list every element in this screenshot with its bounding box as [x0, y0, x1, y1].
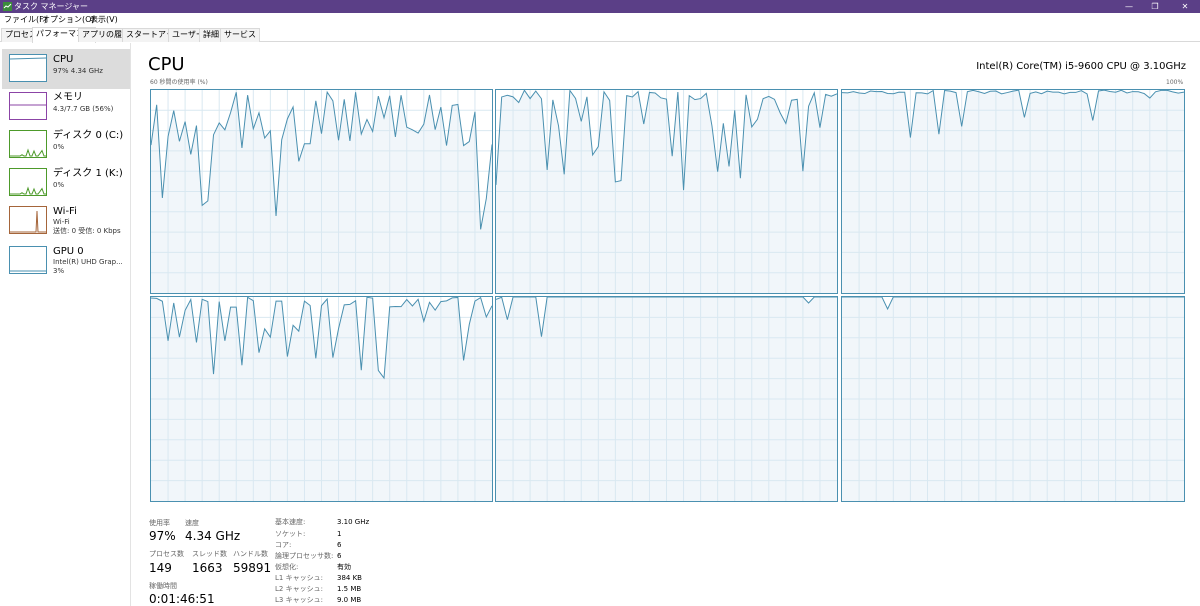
threads-label: スレッド数: [192, 550, 227, 558]
window-title: タスク マネージャー: [14, 2, 88, 11]
cpu-graph-core-3: [841, 89, 1185, 294]
sidebar-item-disk-0[interactable]: ディスク 0 (C:) 0%: [2, 125, 130, 165]
processes-label: プロセス数: [149, 550, 184, 558]
wifi-thumbnail: [9, 206, 47, 234]
sidebar-item-memory[interactable]: メモリ 4.3/7.7 GB (56%): [2, 87, 130, 127]
sockets-label: ソケット:: [275, 530, 306, 538]
sidebar-item-detail: 0%: [53, 143, 65, 151]
uptime-value: 0:01:46:51: [149, 592, 215, 606]
sidebar-item-label: ディスク 1 (K:): [53, 168, 123, 179]
threads-value: 1663: [192, 561, 223, 575]
thumbnail-trace: [10, 210, 46, 233]
sidebar-item-cpu[interactable]: CPU 97% 4.34 GHz: [2, 49, 130, 89]
cpu-graph-core-4: [150, 296, 493, 502]
handles-label: ハンドル数: [233, 550, 268, 558]
cores-value: 6: [337, 541, 342, 549]
menu-file[interactable]: ファイル(F): [4, 15, 47, 25]
gpu-0-thumbnail: [9, 246, 47, 274]
usage-trace: [496, 90, 837, 293]
sidebar-item-label: CPU: [53, 54, 74, 65]
sidebar-item-detail: 0%: [53, 181, 65, 189]
cpu-graph-core-5: [495, 296, 838, 502]
cores-label: コア:: [275, 541, 292, 549]
usage-value: 97%: [149, 529, 176, 543]
sidebar-item-detail: 97% 4.34 GHz: [53, 67, 103, 75]
tab-bar: プロセス パフォーマンス アプリの履歴 スタートアップ ユーザー 詳細 サービス: [0, 27, 1200, 43]
sidebar-item-wifi[interactable]: Wi-Fi Wi-Fi 送信: 0 受信: 0 Kbps: [2, 201, 130, 241]
base-speed-label: 基本速度:: [275, 518, 306, 526]
title-bar[interactable]: タスク マネージャー — ❐ ✕: [0, 0, 1200, 13]
sidebar-item-detail: 4.3/7.7 GB (56%): [53, 105, 114, 113]
base-speed-value: 3.10 GHz: [337, 518, 370, 526]
thumbnail-trace: [10, 148, 46, 157]
sidebar-item-detail: Intel(R) UHD Grap...: [53, 258, 123, 266]
usage-trace: [151, 90, 492, 293]
sockets-value: 1: [337, 530, 342, 538]
cpu-graph-core-2: [495, 89, 838, 294]
sidebar-item-label: Wi-Fi: [53, 206, 77, 217]
graph-caption: 60 秒間の使用率 (%): [150, 79, 208, 86]
sidebar-item-label: GPU 0: [53, 246, 84, 257]
resource-sidebar: CPU 97% 4.34 GHz メモリ 4.3/7.7 GB (56%) ディ…: [0, 43, 131, 606]
usage-trace: [842, 297, 1184, 501]
close-button[interactable]: ✕: [1172, 0, 1198, 13]
thumbnail-trace: [10, 186, 46, 195]
cpu-graph-core-6: [841, 296, 1185, 502]
task-manager-icon: [3, 2, 12, 11]
cpu-model-name: Intel(R) Core(TM) i5-9600 CPU @ 3.10GHz: [976, 61, 1186, 72]
thumbnail-trace: [10, 57, 46, 60]
sidebar-item-label: メモリ: [53, 92, 83, 103]
virtualization-label: 仮想化:: [275, 563, 299, 571]
page-title: CPU: [148, 54, 185, 75]
graph-max-label: 100%: [1166, 79, 1184, 86]
sidebar-item-detail: 3%: [53, 267, 65, 275]
usage-trace: [151, 297, 492, 501]
usage-trace: [842, 90, 1184, 293]
thumbnail-trace: [10, 104, 46, 106]
menu-bar: ファイル(F) オプション(O) 表示(V): [0, 13, 1200, 27]
thumbnail-trace: [10, 270, 46, 272]
l2-cache-label: L2 キャッシュ:: [275, 585, 323, 593]
menu-options[interactable]: オプション(O): [42, 15, 95, 25]
processes-value: 149: [149, 561, 172, 575]
logical-processors-value: 6: [337, 552, 342, 560]
sidebar-item-label: ディスク 0 (C:): [53, 130, 124, 141]
l1-cache-label: L1 キャッシュ:: [275, 574, 323, 582]
usage-trace: [496, 297, 837, 501]
sidebar-item-detail: 送信: 0 受信: 0 Kbps: [53, 227, 121, 235]
virtualization-value: 有効: [337, 563, 351, 571]
l3-cache-value: 9.0 MB: [337, 596, 362, 604]
restore-button[interactable]: ❐: [1142, 0, 1168, 13]
menu-view[interactable]: 表示(V): [90, 15, 118, 25]
uptime-label: 稼働時間: [149, 582, 177, 590]
memory-thumbnail: [9, 92, 47, 120]
cpu-thumbnail: [9, 54, 47, 82]
usage-label: 使用率: [149, 519, 170, 527]
speed-value: 4.34 GHz: [185, 529, 241, 543]
cpu-graph-core-1: [150, 89, 493, 294]
disk-1-thumbnail: [9, 168, 47, 196]
speed-label: 速度: [185, 519, 199, 527]
disk-0-thumbnail: [9, 130, 47, 158]
sidebar-item-gpu-0[interactable]: GPU 0 Intel(R) UHD Grap... 3%: [2, 241, 130, 281]
sidebar-item-disk-1[interactable]: ディスク 1 (K:) 0%: [2, 163, 130, 203]
handles-value: 59891: [233, 561, 272, 575]
sidebar-item-detail: Wi-Fi: [53, 218, 70, 226]
tab-services[interactable]: サービス: [220, 28, 260, 42]
logical-processors-label: 論理プロセッサ数:: [275, 552, 334, 560]
l3-cache-label: L3 キャッシュ:: [275, 596, 323, 604]
l2-cache-value: 1.5 MB: [337, 585, 362, 593]
minimize-button[interactable]: —: [1116, 0, 1142, 13]
l1-cache-value: 384 KB: [337, 574, 362, 582]
